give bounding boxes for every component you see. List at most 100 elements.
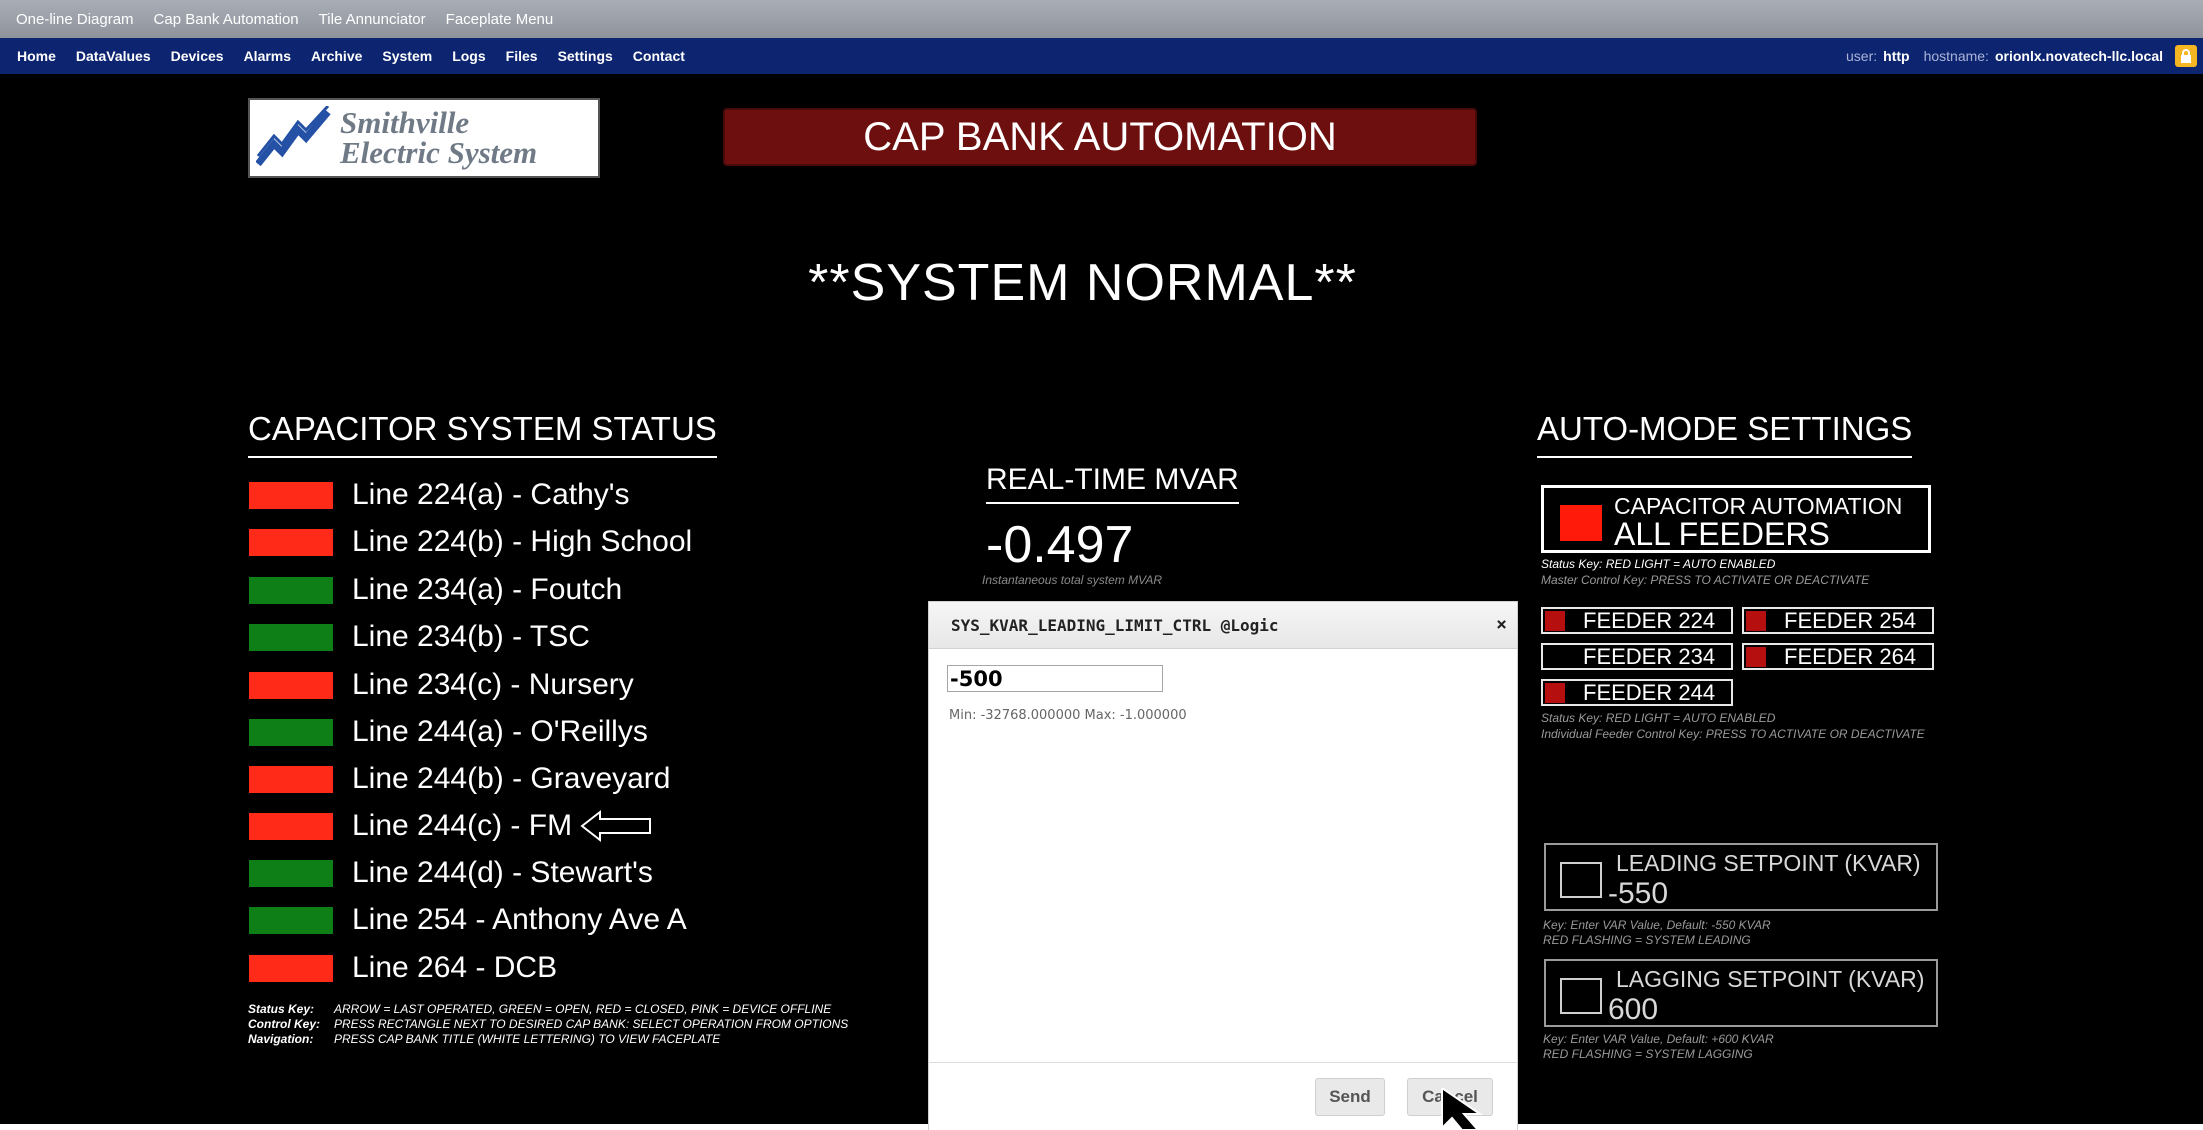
line-244c-title[interactable]: Line 244(c) - FM <box>352 809 572 843</box>
menu-tile-annunciator[interactable]: Tile Annunciator <box>319 11 426 28</box>
feeder-234-button[interactable]: FEEDER 234 <box>1541 643 1733 670</box>
leading-setpoint-indicator <box>1560 862 1602 898</box>
mvar-value: -0.497 <box>986 516 1134 574</box>
nav-alarms[interactable]: Alarms <box>244 48 291 64</box>
company-logo: Smithville Electric System <box>248 98 600 178</box>
nav-bar: Home DataValues Devices Alarms Archive S… <box>0 38 2203 74</box>
line-224b-title[interactable]: Line 224(b) - High School <box>352 525 692 559</box>
auto-mode-heading: AUTO-MODE SETTINGS <box>1537 410 1913 458</box>
menu-cap-bank-automation[interactable]: Cap Bank Automation <box>154 11 299 28</box>
lagging-setpoint-indicator <box>1560 978 1602 1014</box>
feeder-234-label: FEEDER 234 <box>1583 643 1716 669</box>
line-234a-title[interactable]: Line 234(a) - Foutch <box>352 573 622 607</box>
line-224a: Line 224(a) - Cathy's <box>249 472 630 518</box>
line-244c-status-rect[interactable] <box>249 812 333 840</box>
dialog-footer: Send Cancel <box>929 1062 1517 1130</box>
setpoint-dialog: SYS_KVAR_LEADING_LIMIT_CTRL @Logic × Min… <box>928 601 1518 1130</box>
nav-contact[interactable]: Contact <box>633 48 685 64</box>
line-234c-status-rect[interactable] <box>249 671 333 699</box>
navigation-key-label: Navigation: <box>248 1032 314 1046</box>
master-label-line2: ALL FEEDERS <box>1614 516 1830 552</box>
line-224a-status-rect[interactable] <box>249 481 333 509</box>
logo-line1: Smithville <box>340 105 470 140</box>
dialog-header[interactable]: SYS_KVAR_LEADING_LIMIT_CTRL @Logic × <box>929 602 1517 649</box>
master-status-key: Status Key: RED LIGHT = AUTO ENABLED <box>1541 557 1776 571</box>
nav-system[interactable]: System <box>382 48 432 64</box>
line-234a-status-rect[interactable] <box>249 576 333 604</box>
page-title: CAP BANK AUTOMATION <box>723 108 1477 166</box>
mvar-heading: REAL-TIME MVAR <box>986 463 1239 504</box>
nav-home[interactable]: Home <box>17 48 56 64</box>
lagging-setpoint-button[interactable]: LAGGING SETPOINT (KVAR) 600 <box>1544 959 1938 1027</box>
master-control-key: Master Control Key: PRESS TO ACTIVATE OR… <box>1541 573 1870 587</box>
line-234b-status-rect[interactable] <box>249 623 333 651</box>
leading-setpoint-label: LEADING SETPOINT (KVAR) <box>1616 850 1921 876</box>
feeder-234-indicator <box>1545 647 1565 667</box>
line-264-status-rect[interactable] <box>249 954 333 982</box>
close-icon[interactable]: × <box>1496 614 1507 635</box>
lagging-key-2: RED FLASHING = SYSTEM LAGGING <box>1543 1047 1753 1061</box>
line-234b-title[interactable]: Line 234(b) - TSC <box>352 620 590 654</box>
line-264-title[interactable]: Line 264 - DCB <box>352 951 557 985</box>
line-234c: Line 234(c) - Nursery <box>249 662 634 708</box>
line-244a-status-rect[interactable] <box>249 718 333 746</box>
nav-archive[interactable]: Archive <box>311 48 362 64</box>
capacitor-automation-master-button[interactable]: CAPACITOR AUTOMATION ALL FEEDERS <box>1541 485 1931 553</box>
feeder-264-button[interactable]: FEEDER 264 <box>1742 643 1934 670</box>
send-button[interactable]: Send <box>1315 1078 1385 1116</box>
feeder-224-button[interactable]: FEEDER 224 <box>1541 607 1733 634</box>
feeder-224-indicator <box>1545 610 1565 631</box>
graph-logo-icon <box>256 106 331 167</box>
mvar-caption: Instantaneous total system MVAR <box>982 573 1163 587</box>
feeder-254-label: FEEDER 254 <box>1784 607 1917 633</box>
feeder-244-button[interactable]: FEEDER 244 <box>1541 679 1733 706</box>
feeder-264-indicator <box>1746 646 1766 667</box>
feeder-control-key: Individual Feeder Control Key: PRESS TO … <box>1541 727 1925 741</box>
line-244d-title[interactable]: Line 244(d) - Stewart's <box>352 856 653 890</box>
dialog-range-text: Min: -32768.000000 Max: -1.000000 <box>949 708 1187 723</box>
nav-files[interactable]: Files <box>506 48 538 64</box>
line-224b: Line 224(b) - High School <box>249 519 692 565</box>
line-234a: Line 234(a) - Foutch <box>249 567 622 613</box>
feeder-224-label: FEEDER 224 <box>1583 607 1716 633</box>
status-key-label: Status Key: <box>248 1002 315 1016</box>
lagging-setpoint-value: 600 <box>1608 993 1659 1026</box>
setpoint-value-input[interactable] <box>947 665 1163 692</box>
nav-settings[interactable]: Settings <box>558 48 613 64</box>
master-auto-indicator <box>1560 505 1602 541</box>
navigation-key-text: PRESS CAP BANK TITLE (WHITE LETTERING) T… <box>334 1032 721 1046</box>
line-254: Line 254 - Anthony Ave A <box>249 897 687 943</box>
leading-setpoint-button[interactable]: LEADING SETPOINT (KVAR) -550 <box>1544 843 1938 911</box>
line-244c: Line 244(c) - FM <box>249 803 652 849</box>
line-224a-title[interactable]: Line 224(a) - Cathy's <box>352 478 630 512</box>
mouse-pointer-icon <box>1441 1088 1484 1130</box>
leading-key-1: Key: Enter VAR Value, Default: -550 KVAR <box>1543 918 1771 932</box>
line-244b-title[interactable]: Line 244(b) - Graveyard <box>352 762 671 796</box>
line-254-status-rect[interactable] <box>249 906 333 934</box>
feeder-254-button[interactable]: FEEDER 254 <box>1742 607 1934 634</box>
nav-datavalues[interactable]: DataValues <box>76 48 151 64</box>
line-244a-title[interactable]: Line 244(a) - O'Reillys <box>352 715 648 749</box>
line-254-title[interactable]: Line 254 - Anthony Ave A <box>352 903 687 937</box>
line-234c-title[interactable]: Line 234(c) - Nursery <box>352 668 634 702</box>
system-status-text: **SYSTEM NORMAL** <box>808 254 1357 312</box>
feeder-264-label: FEEDER 264 <box>1784 643 1917 669</box>
menu-faceplate-menu[interactable]: Faceplate Menu <box>446 11 554 28</box>
nav-logs[interactable]: Logs <box>452 48 485 64</box>
nav-devices[interactable]: Devices <box>171 48 224 64</box>
lagging-key-1: Key: Enter VAR Value, Default: +600 KVAR <box>1543 1032 1774 1046</box>
line-234b: Line 234(b) - TSC <box>249 614 590 660</box>
line-244b: Line 244(b) - Graveyard <box>249 756 671 802</box>
last-operated-arrow-icon <box>580 809 652 843</box>
user-label: user: <box>1846 48 1878 64</box>
line-244d-status-rect[interactable] <box>249 859 333 887</box>
line-224b-status-rect[interactable] <box>249 528 333 556</box>
hostname-value: orionlx.novatech-llc.local <box>1994 48 2163 64</box>
app-menu-bar: One-line Diagram Cap Bank Automation Til… <box>0 0 2203 38</box>
lock-icon[interactable] <box>2175 45 2197 67</box>
menu-one-line-diagram[interactable]: One-line Diagram <box>16 11 134 28</box>
status-key-text: ARROW = LAST OPERATED, GREEN = OPEN, RED… <box>334 1002 832 1016</box>
line-244b-status-rect[interactable] <box>249 765 333 793</box>
hostname-label: hostname: <box>1923 48 1989 64</box>
user-value: http <box>1883 48 1910 64</box>
